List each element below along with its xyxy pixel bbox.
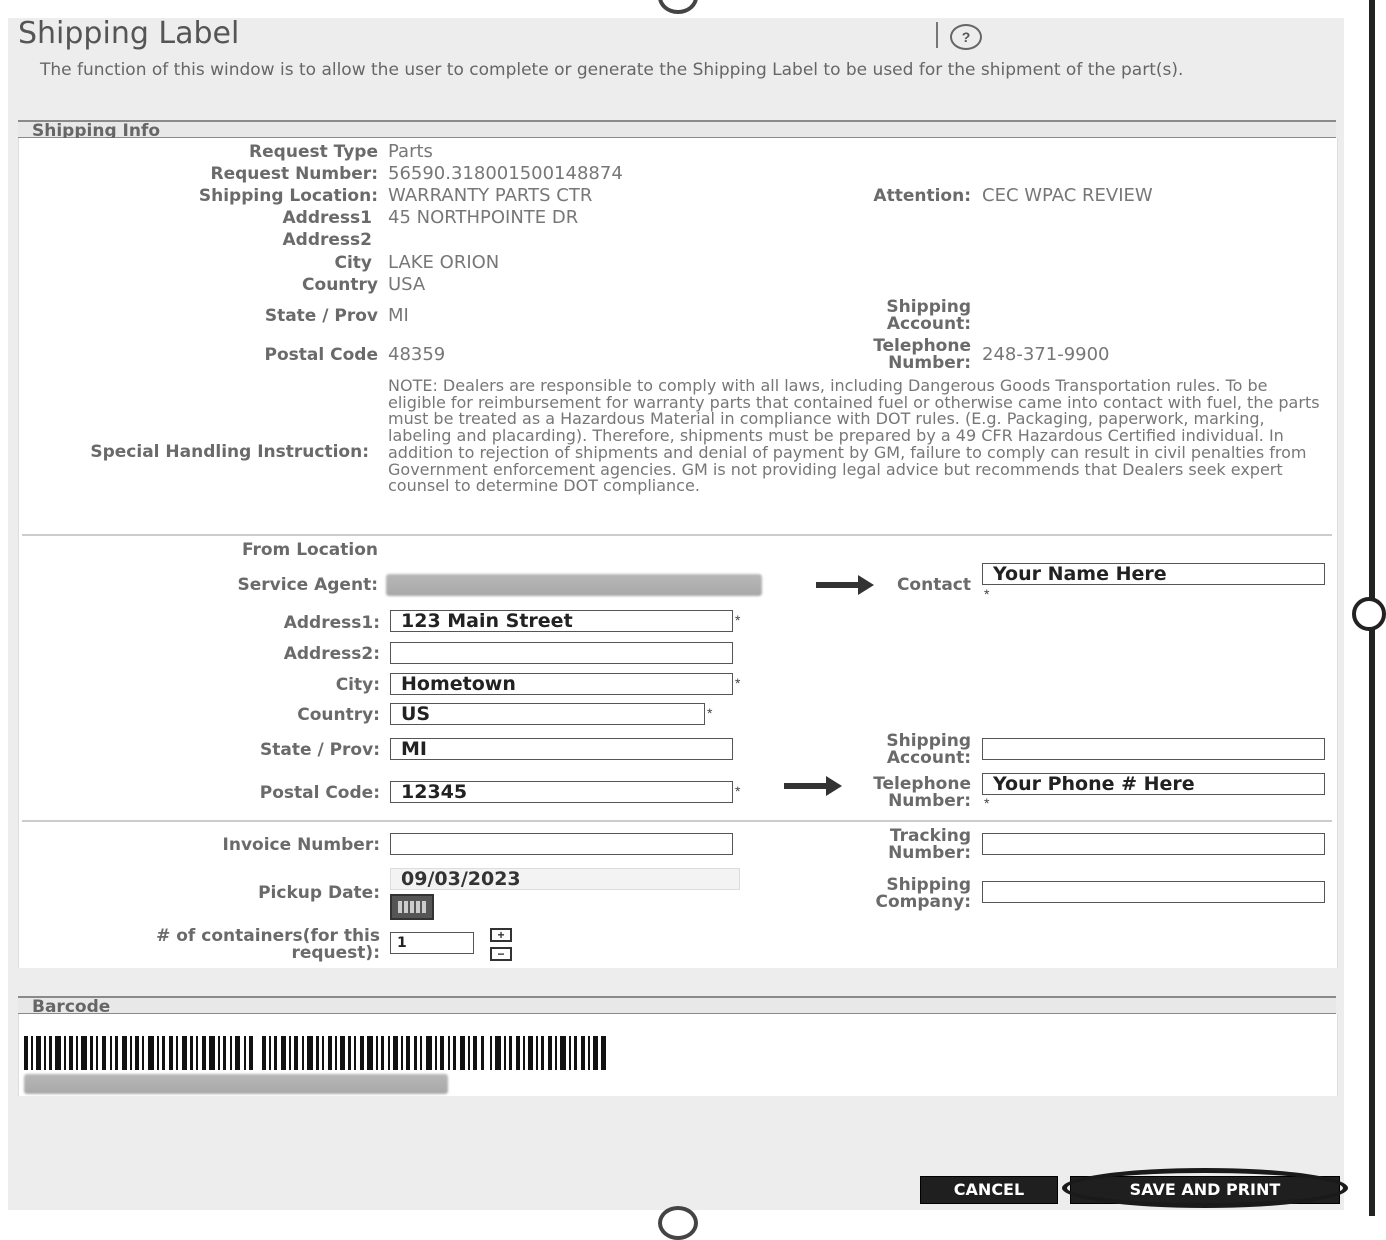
attention-value: CEC WPAC REVIEW bbox=[982, 185, 1153, 206]
from-address2-input[interactable] bbox=[390, 642, 733, 664]
special-handling-note: NOTE: Dealers are responsible to comply … bbox=[388, 376, 1320, 496]
tracking-number-label-line2: Number: bbox=[888, 843, 971, 863]
from-state-label: State / Prov: bbox=[260, 740, 380, 760]
minus-icon[interactable]: − bbox=[490, 947, 512, 961]
shipping-location-label: Shipping Location: bbox=[198, 186, 378, 206]
invoice-number-input[interactable] bbox=[390, 833, 733, 855]
attention-label: Attention: bbox=[873, 186, 971, 206]
contact-label: Contact bbox=[896, 575, 971, 595]
divider bbox=[22, 534, 1332, 536]
postal-code-label: Postal Code bbox=[264, 345, 378, 365]
postal-code-value: 48359 bbox=[388, 344, 446, 365]
arrow-pointer-icon bbox=[784, 776, 842, 796]
annotation-circle-bottom bbox=[658, 1206, 698, 1240]
barcode-text-redacted bbox=[24, 1074, 448, 1094]
required-marker: * bbox=[984, 795, 990, 811]
request-number-label: Request Number: bbox=[210, 164, 378, 184]
calendar-icon[interactable] bbox=[390, 894, 434, 920]
shipping-location-value: WARRANTY PARTS CTR bbox=[388, 185, 593, 206]
from-address1-input[interactable] bbox=[390, 610, 733, 632]
from-city-label: City: bbox=[335, 675, 380, 695]
annotation-circle-top bbox=[658, 0, 698, 14]
request-type-label: Request Type bbox=[249, 142, 378, 162]
invoice-number-label: Invoice Number: bbox=[222, 835, 380, 855]
from-state-input[interactable] bbox=[390, 738, 733, 760]
shipping-info-header: Shipping Info bbox=[18, 120, 1336, 140]
window-description: The function of this window is to allow … bbox=[40, 60, 1184, 80]
shipping-account-label-line2: Account: bbox=[886, 314, 971, 334]
country-value: USA bbox=[388, 274, 426, 295]
service-agent-label: Service Agent: bbox=[237, 575, 378, 595]
contact-input[interactable] bbox=[982, 563, 1325, 585]
from-address1-label: Address1: bbox=[283, 613, 380, 633]
from-postal-code-input[interactable] bbox=[390, 781, 733, 803]
cancel-button[interactable]: CANCEL bbox=[920, 1176, 1058, 1204]
required-marker: * bbox=[735, 675, 741, 691]
barcode-image bbox=[24, 1036, 606, 1070]
from-shipping-account-label-line2: Account: bbox=[886, 748, 971, 768]
from-location-heading: From Location bbox=[241, 540, 378, 560]
address1-label: Address1 bbox=[282, 208, 372, 228]
telephone-label-line2: Number: bbox=[888, 353, 971, 373]
from-country-input[interactable] bbox=[390, 703, 705, 725]
arrow-pointer-icon bbox=[816, 575, 874, 595]
from-city-input[interactable] bbox=[390, 673, 733, 695]
page-title: Shipping Label bbox=[18, 16, 240, 51]
from-postal-code-label: Postal Code: bbox=[259, 783, 380, 803]
required-marker: * bbox=[735, 612, 741, 628]
pickup-date-input[interactable] bbox=[390, 868, 740, 890]
barcode-header: Barcode bbox=[18, 996, 1336, 1016]
service-agent-redacted bbox=[386, 574, 762, 596]
request-number-value: 56590.318001500148874 bbox=[388, 163, 623, 184]
state-prov-value: MI bbox=[388, 305, 409, 326]
country-label: Country bbox=[302, 275, 378, 295]
from-telephone-label-line2: Number: bbox=[888, 791, 971, 811]
telephone-value: 248-371-9900 bbox=[982, 344, 1110, 365]
title-divider bbox=[936, 22, 938, 48]
request-type-value: Parts bbox=[388, 141, 433, 162]
from-country-label: Country: bbox=[297, 705, 380, 725]
required-marker: * bbox=[735, 783, 741, 799]
required-marker: * bbox=[984, 586, 990, 602]
address2-label: Address2 bbox=[282, 230, 372, 250]
city-label: City bbox=[334, 253, 372, 273]
required-marker: * bbox=[707, 705, 713, 721]
from-telephone-input[interactable] bbox=[982, 773, 1325, 795]
special-handling-label: Special Handling Instruction: bbox=[90, 442, 369, 462]
plus-icon[interactable]: + bbox=[490, 928, 512, 942]
city-value: LAKE ORION bbox=[388, 252, 500, 273]
tracking-number-input[interactable] bbox=[982, 833, 1325, 855]
address1-value: 45 NORTHPOINTE DR bbox=[388, 207, 579, 228]
containers-input[interactable] bbox=[390, 932, 474, 954]
divider bbox=[22, 820, 1332, 822]
shipping-company-label-line2: Company: bbox=[875, 892, 972, 912]
question-circle-icon[interactable]: ? bbox=[950, 24, 982, 50]
from-shipping-account-input[interactable] bbox=[982, 738, 1325, 760]
containers-label-line2: request): bbox=[291, 943, 380, 963]
annotation-highlight-oval bbox=[1062, 1168, 1348, 1208]
pickup-date-label: Pickup Date: bbox=[258, 883, 380, 903]
state-prov-label: State / Prov bbox=[264, 306, 378, 326]
from-address2-label: Address2: bbox=[283, 644, 380, 664]
shipping-company-input[interactable] bbox=[982, 881, 1325, 903]
annotation-circle-right bbox=[1352, 597, 1386, 631]
